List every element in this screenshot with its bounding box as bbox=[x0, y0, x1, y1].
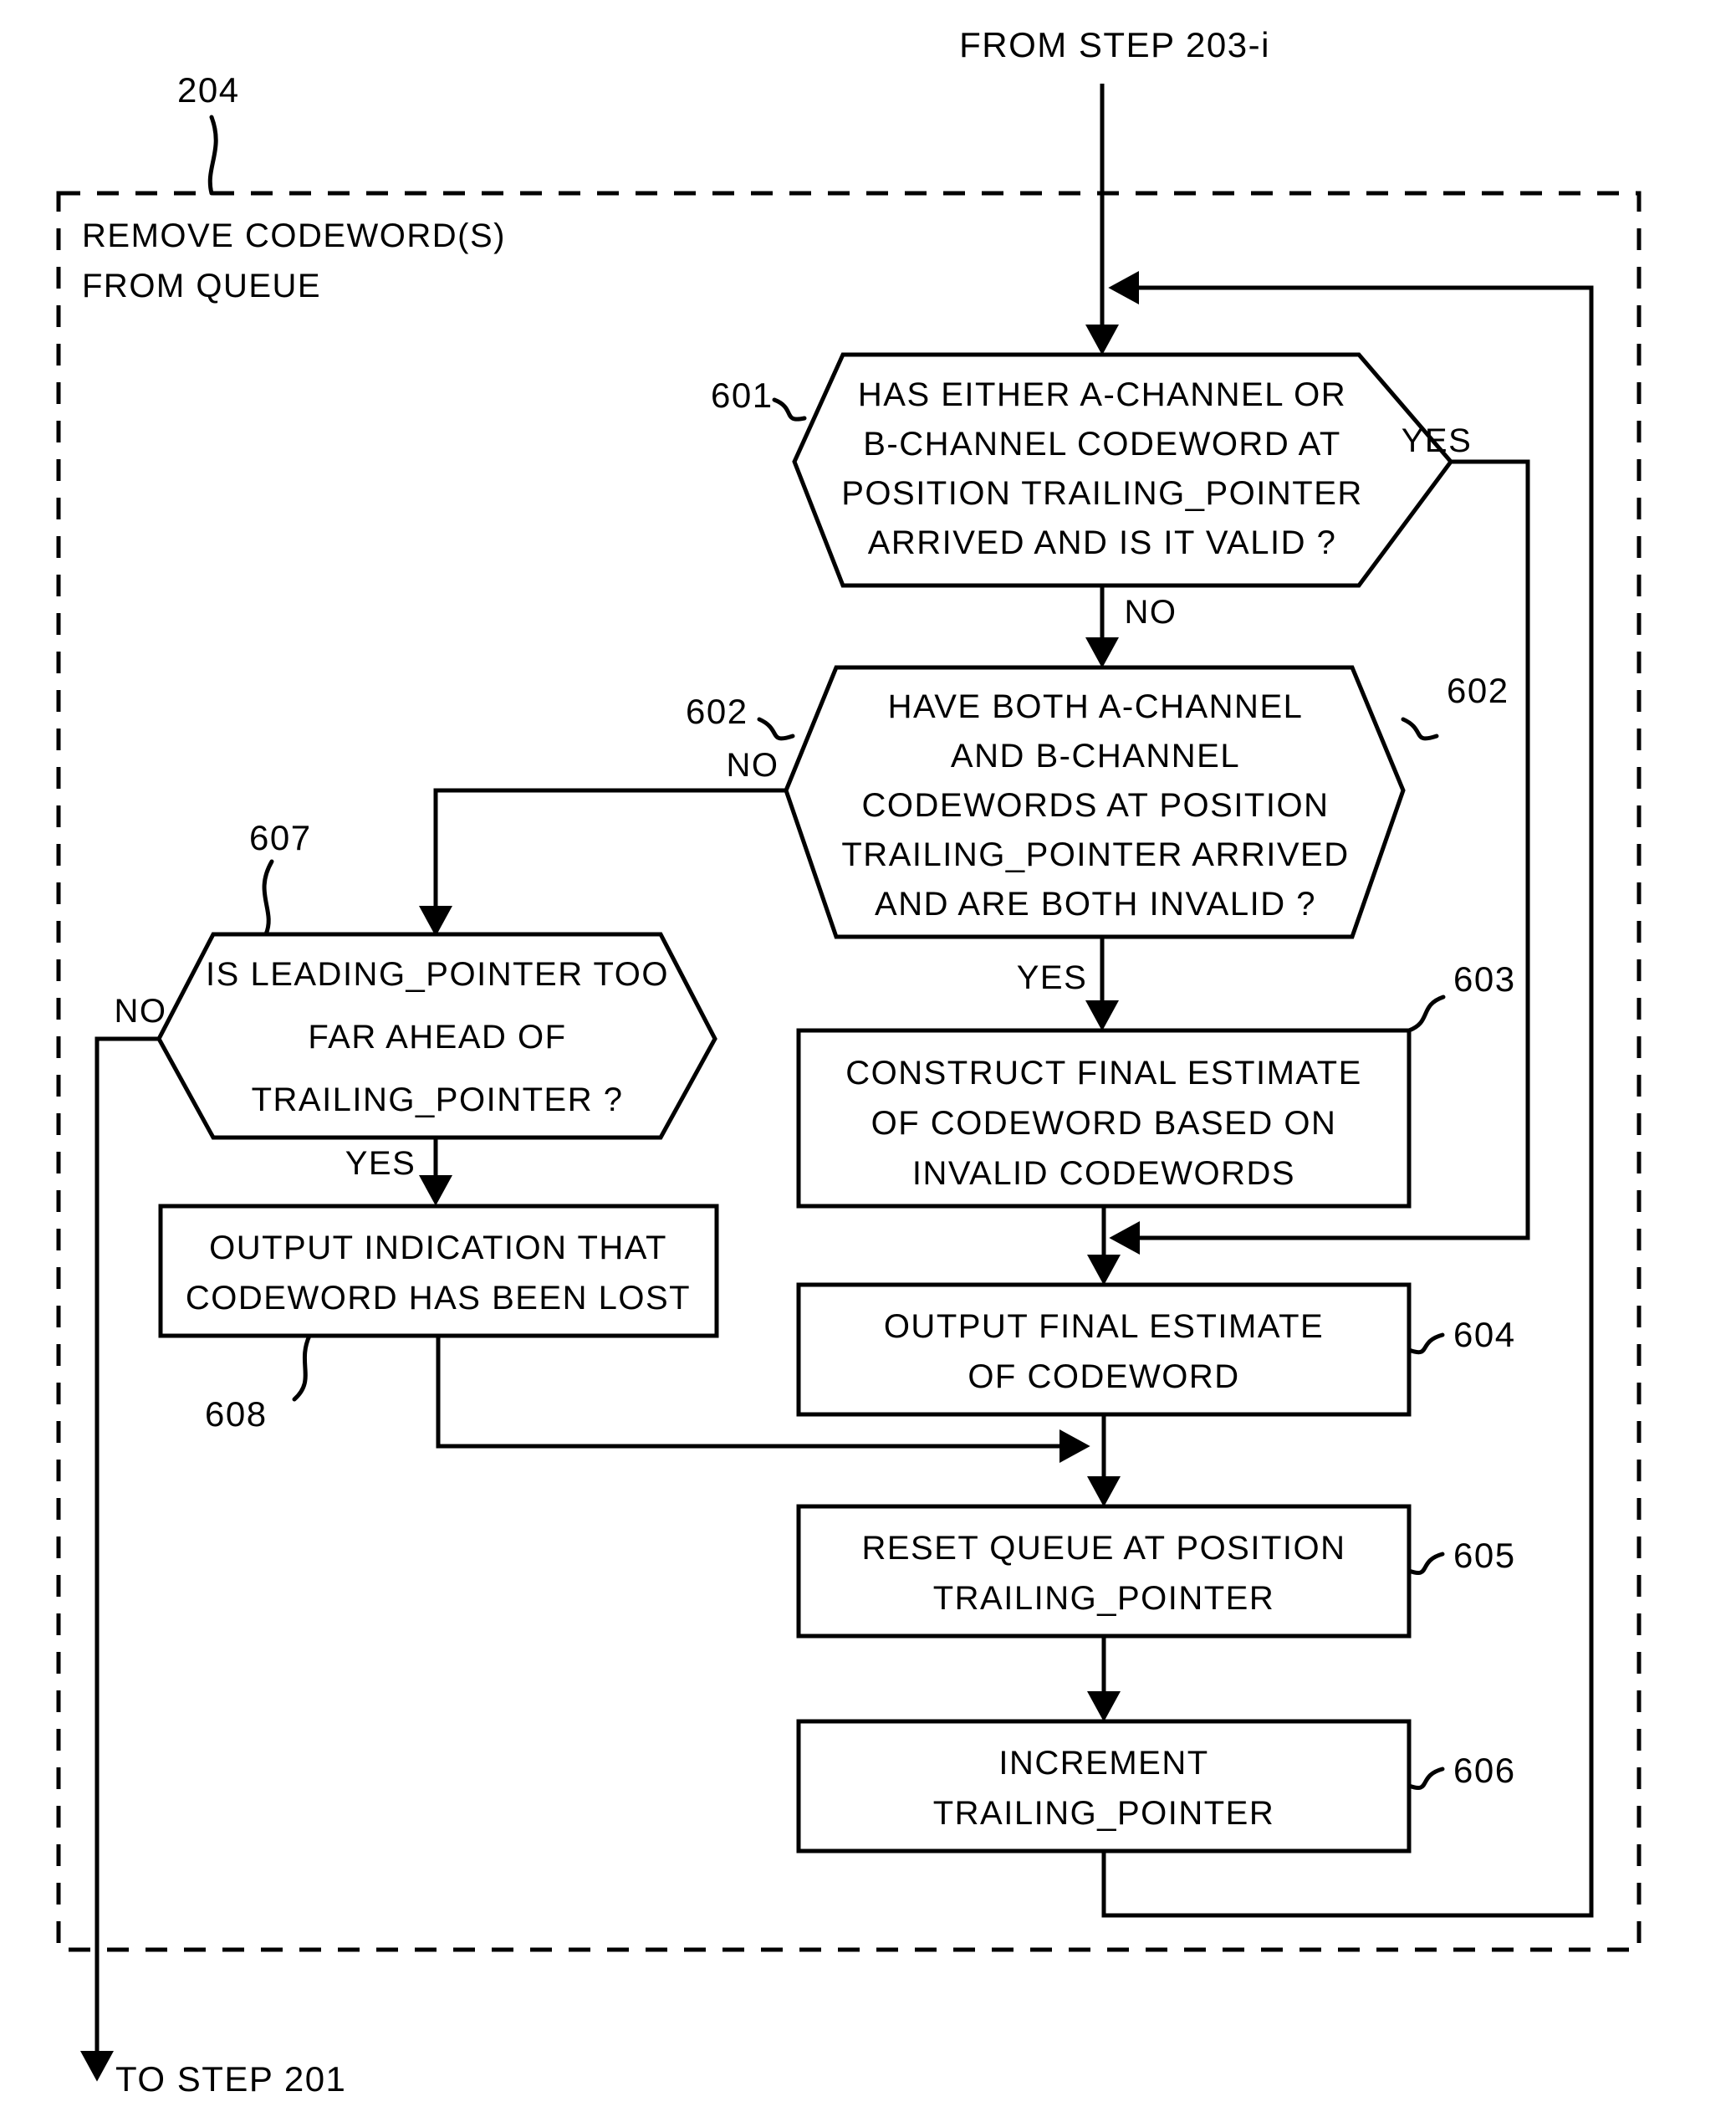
ref-number-607: 607 bbox=[249, 818, 312, 857]
process-608-line-2: CODEWORD HAS BEEN LOST bbox=[186, 1280, 691, 1317]
decision-601-line-4: ARRIVED AND IS IT VALID ? bbox=[868, 524, 1337, 561]
group-title-line2: FROM QUEUE bbox=[82, 268, 321, 304]
process-608-line-1: OUTPUT INDICATION THAT bbox=[209, 1230, 667, 1266]
leader-line-601 bbox=[772, 397, 807, 422]
branch-label-601-yes: YES bbox=[1402, 422, 1473, 459]
leader-line-607 bbox=[262, 859, 274, 937]
ref-number-608: 608 bbox=[205, 1394, 268, 1434]
decision-607-line-1: IS LEADING_POINTER TOO bbox=[206, 956, 669, 993]
branch-label-602-yes: YES bbox=[1017, 959, 1088, 996]
ref-number-606: 606 bbox=[1453, 1751, 1516, 1790]
decision-607-line-3: TRAILING_POINTER ? bbox=[252, 1081, 624, 1118]
leader-line-602-right bbox=[1401, 717, 1439, 741]
ref-number-601: 601 bbox=[711, 376, 774, 415]
ref-number-602-left: 602 bbox=[686, 692, 748, 731]
leader-line-204 bbox=[207, 115, 218, 196]
branch-label-607-yes: YES bbox=[345, 1145, 416, 1182]
ref-number-605: 605 bbox=[1453, 1536, 1516, 1575]
connector-602-no-to-607 bbox=[419, 788, 786, 937]
process-605-line-1: RESET QUEUE AT POSITION bbox=[861, 1530, 1345, 1567]
branch-label-607-no: NO bbox=[115, 993, 167, 1030]
process-603-line-2: OF CODEWORD BASED ON bbox=[871, 1105, 1337, 1142]
branch-label-602-no: NO bbox=[727, 747, 779, 784]
decision-602-line-3: CODEWORDS AT POSITION bbox=[862, 787, 1330, 824]
process-603-line-3: INVALID CODEWORDS bbox=[912, 1155, 1295, 1192]
leader-line-604 bbox=[1407, 1332, 1445, 1355]
decision-602-line-1: HAVE BOTH A-CHANNEL bbox=[888, 688, 1304, 725]
branch-label-601-no: NO bbox=[1125, 594, 1177, 631]
decision-602-line-2: AND B-CHANNEL bbox=[951, 738, 1240, 775]
leader-line-608 bbox=[292, 1333, 312, 1402]
exit-label: TO STEP 201 bbox=[115, 2059, 346, 2099]
entry-label: FROM STEP 203-i bbox=[959, 25, 1270, 64]
process-606-line-1: INCREMENT bbox=[998, 1745, 1208, 1782]
ref-number-603: 603 bbox=[1453, 959, 1516, 999]
connector-607-no-to-exit bbox=[80, 1036, 159, 2082]
decision-601-line-2: B-CHANNEL CODEWORD AT bbox=[863, 426, 1341, 463]
decision-601-line-3: POSITION TRAILING_POINTER bbox=[841, 475, 1363, 512]
leader-line-605 bbox=[1407, 1552, 1445, 1576]
decision-607-line-2: FAR AHEAD OF bbox=[308, 1019, 566, 1056]
ref-number-604: 604 bbox=[1453, 1315, 1516, 1354]
process-604-line-1: OUTPUT FINAL ESTIMATE bbox=[884, 1308, 1324, 1345]
patent-figure: 204 REMOVE CODEWORD(S) FROM QUEUE FROM S… bbox=[0, 0, 1736, 2127]
group-title-line1: REMOVE CODEWORD(S) bbox=[82, 217, 506, 254]
ref-number-204: 204 bbox=[177, 70, 240, 110]
decision-601-line-1: HAS EITHER A-CHANNEL OR bbox=[858, 376, 1346, 413]
process-606-line-2: TRAILING_POINTER bbox=[933, 1795, 1275, 1832]
flowchart-canvas: 204 REMOVE CODEWORD(S) FROM QUEUE FROM S… bbox=[56, 25, 1642, 2099]
process-603-line-1: CONSTRUCT FINAL ESTIMATE bbox=[845, 1055, 1362, 1092]
ref-number-602-right: 602 bbox=[1447, 671, 1509, 710]
leader-line-602-left bbox=[757, 717, 795, 741]
process-605-line-2: TRAILING_POINTER bbox=[933, 1580, 1275, 1617]
decision-602-line-4: TRAILING_POINTER ARRIVED bbox=[841, 836, 1349, 873]
decision-602-line-5: AND ARE BOTH INVALID ? bbox=[875, 886, 1316, 923]
process-604-line-2: OF CODEWORD bbox=[968, 1358, 1239, 1395]
leader-line-603 bbox=[1407, 994, 1446, 1033]
leader-line-606 bbox=[1407, 1767, 1445, 1791]
